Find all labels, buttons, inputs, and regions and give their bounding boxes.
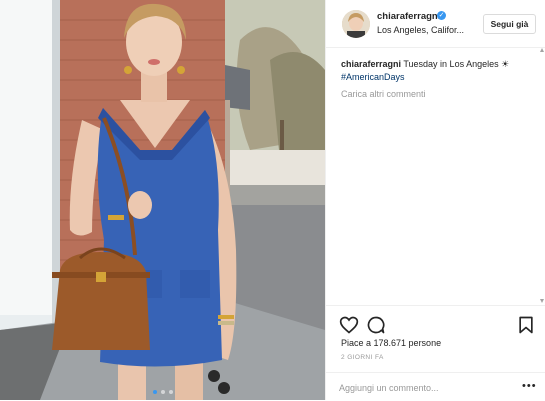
- carousel-dot: [160, 390, 165, 394]
- comment-bubble-icon[interactable]: [366, 315, 386, 335]
- caption-author-link[interactable]: chiaraferragni: [341, 59, 401, 69]
- comment-input[interactable]: [339, 380, 509, 395]
- hashtag-link[interactable]: #AmericanDays: [341, 72, 405, 82]
- carousel-dot: [152, 390, 157, 394]
- likes-count[interactable]: Piace a 178.671 persone: [341, 338, 441, 348]
- add-comment-bar: •••: [326, 372, 545, 401]
- scroll-up-arrow-icon[interactable]: [540, 48, 544, 52]
- caption: chiaraferragni Tuesday in Los Angeles ☀ …: [341, 58, 536, 83]
- avatar[interactable]: [342, 10, 370, 38]
- load-more-comments-link[interactable]: Carica altri commenti: [341, 89, 536, 99]
- caption-text: Tuesday in Los Angeles ☀: [401, 59, 510, 69]
- post-side-panel: chiaraferragni ✓ Los Angeles, Califor...…: [325, 0, 545, 400]
- post-actions: Piace a 178.671 persone 2 GIORNI FA •••: [326, 305, 545, 400]
- scrollbar[interactable]: [539, 48, 545, 303]
- follow-button[interactable]: Segui già: [483, 14, 536, 34]
- avatar-image: [342, 10, 370, 38]
- more-options-icon[interactable]: •••: [522, 381, 537, 392]
- instagram-post-view: chiaraferragni ✓ Los Angeles, Califor...…: [0, 0, 545, 400]
- location-link[interactable]: Los Angeles, Califor...: [377, 25, 464, 35]
- post-photo[interactable]: [0, 0, 325, 400]
- username-link[interactable]: chiaraferragni: [377, 11, 440, 22]
- bookmark-icon[interactable]: [516, 315, 536, 335]
- verified-badge-icon: ✓: [437, 11, 446, 20]
- post-timestamp: 2 GIORNI FA: [341, 354, 384, 361]
- carousel-indicator: [0, 390, 325, 394]
- carousel-dot: [168, 390, 173, 394]
- comments-section: chiaraferragni Tuesday in Los Angeles ☀ …: [341, 58, 536, 99]
- photo-illustration: [0, 0, 325, 400]
- heart-icon[interactable]: [339, 315, 359, 335]
- scroll-down-arrow-icon[interactable]: [540, 299, 544, 303]
- post-header: chiaraferragni ✓ Los Angeles, Califor...…: [326, 0, 545, 48]
